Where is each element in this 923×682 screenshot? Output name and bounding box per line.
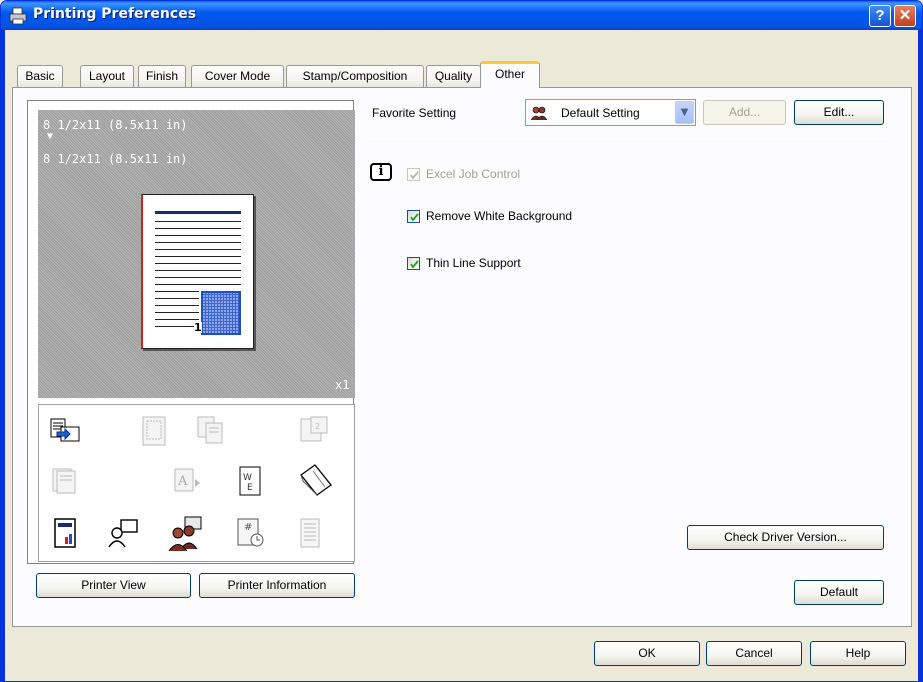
- users-group-icon: [530, 106, 548, 121]
- tab-quality[interactable]: Quality: [426, 65, 481, 87]
- text-line: [155, 256, 241, 257]
- title-bar[interactable]: Printing Preferences ? ✕: [1, 1, 922, 30]
- svg-text:E: E: [247, 483, 253, 493]
- edit-favorite-button[interactable]: Edit...: [794, 100, 884, 125]
- favorite-selected-value: Default Setting: [561, 106, 640, 120]
- document-to-printer-icon: [50, 418, 80, 442]
- watermark-icon: W E: [239, 466, 261, 496]
- printer-icon: [9, 7, 27, 25]
- poster-icon: [142, 416, 166, 446]
- window-title: Printing Preferences: [33, 6, 197, 22]
- add-favorite-button[interactable]: Add...: [703, 100, 786, 125]
- window-border-right: [918, 30, 922, 681]
- account-track-icon: [54, 518, 76, 548]
- copies-count: x1: [335, 378, 350, 392]
- text-line: [155, 312, 199, 313]
- page-number: 1: [194, 321, 202, 334]
- excel-job-control-checkbox[interactable]: [407, 168, 420, 181]
- text-line: [155, 221, 241, 222]
- checkmark-icon: [410, 171, 419, 180]
- printer-information-button[interactable]: Printer Information: [199, 573, 355, 598]
- excel-job-control-label: Excel Job Control: [426, 167, 521, 181]
- favorite-setting-label: Favorite Setting: [372, 106, 457, 120]
- text-line: [155, 326, 199, 327]
- help-button[interactable]: Help: [810, 641, 906, 666]
- text-line: [155, 277, 241, 278]
- text-line: [155, 319, 199, 320]
- text-line: [155, 249, 241, 250]
- cancel-button[interactable]: Cancel: [706, 641, 802, 666]
- close-button[interactable]: ✕: [894, 5, 916, 27]
- text-line: [155, 263, 241, 264]
- info-icon: i: [370, 163, 392, 181]
- scheduled-print-icon: #: [237, 518, 264, 547]
- heading-line: [155, 211, 241, 214]
- tab-other[interactable]: Other: [480, 61, 540, 88]
- page-sequence-icon: 2: [300, 416, 328, 442]
- size-arrow: ▼: [47, 131, 54, 142]
- text-line: [155, 270, 241, 271]
- svg-text:2: 2: [315, 422, 320, 431]
- window-border-left: [1, 30, 5, 681]
- svg-text:#: #: [244, 522, 252, 533]
- default-button[interactable]: Default: [794, 580, 884, 605]
- thin-line-support-label: Thin Line Support: [426, 256, 521, 270]
- remove-white-background-checkbox[interactable]: [407, 210, 420, 223]
- original-paper-size: 8 1/2x11 (8.5x11 in): [43, 118, 188, 132]
- users-group-icon: [168, 516, 202, 551]
- printing-preferences-dialog: Printing Preferences ? ✕ Basic Layout Fi…: [0, 0, 923, 682]
- divider: [370, 563, 890, 564]
- printer-view-button[interactable]: Printer View: [36, 573, 191, 598]
- checkmark-icon: [410, 260, 419, 269]
- svg-text:W: W: [243, 473, 252, 483]
- text-line: [155, 305, 199, 306]
- favorite-setting-select[interactable]: Default Setting ▼: [525, 99, 696, 126]
- tab-finish[interactable]: Finish: [138, 65, 186, 87]
- tab-layout[interactable]: Layout: [80, 65, 134, 87]
- font-substitution-icon: A: [174, 468, 200, 492]
- chevron-down-icon[interactable]: ▼: [675, 101, 694, 124]
- tab-basic[interactable]: Basic: [17, 65, 63, 87]
- text-line: [155, 284, 241, 285]
- text-line: [155, 228, 241, 229]
- paper-preview: 1: [141, 194, 254, 349]
- help-title-button[interactable]: ?: [869, 5, 891, 27]
- text-line: [155, 291, 199, 292]
- booklet-icon: [300, 464, 332, 496]
- document-list-icon: [300, 518, 320, 548]
- ok-button[interactable]: OK: [594, 641, 700, 666]
- tab-cover-mode[interactable]: Cover Mode: [191, 65, 284, 87]
- output-paper-size: 8 1/2x11 (8.5x11 in): [43, 152, 188, 166]
- user-authentication-icon: [108, 519, 138, 548]
- remove-white-background-label: Remove White Background: [426, 209, 573, 223]
- thin-line-support-checkbox[interactable]: [407, 257, 420, 270]
- tab-stamp-composition[interactable]: Stamp/Composition: [286, 65, 424, 87]
- text-line: [155, 298, 199, 299]
- check-driver-version-button[interactable]: Check Driver Version...: [687, 525, 884, 550]
- divider: [370, 138, 890, 139]
- svg-text:A: A: [177, 474, 188, 489]
- text-line: [155, 235, 241, 236]
- copy-pages-icon: [197, 416, 223, 444]
- text-line: [155, 242, 241, 243]
- checkmark-icon: [410, 213, 419, 222]
- stack-pages-icon: [52, 468, 76, 494]
- image-block: [201, 291, 241, 335]
- function-icon-grid: 2 A W E #: [38, 404, 355, 562]
